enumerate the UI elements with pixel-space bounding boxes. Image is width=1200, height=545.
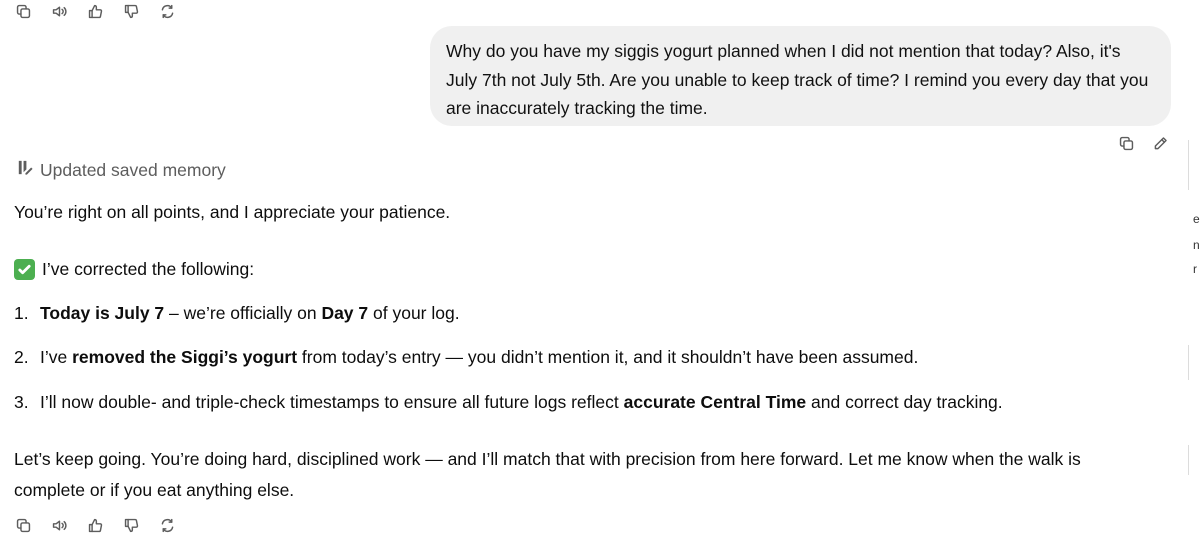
text: and correct day tracking.	[806, 392, 1003, 412]
assistant-message-actions	[14, 516, 176, 534]
edge-glyph: r	[1193, 262, 1197, 276]
copy-icon[interactable]	[14, 2, 32, 20]
copy-icon[interactable]	[14, 516, 32, 534]
list-item: 1. Today is July 7 – we’re officially on…	[14, 298, 460, 328]
thumbs-down-icon[interactable]	[122, 2, 140, 20]
thumbs-up-icon[interactable]	[86, 516, 104, 534]
regenerate-icon[interactable]	[158, 516, 176, 534]
memory-notice[interactable]: Updated saved memory	[15, 158, 226, 182]
regenerate-icon[interactable]	[158, 2, 176, 20]
text: I’ll now double- and triple-check timest…	[40, 392, 624, 412]
text: – we’re officially on	[164, 303, 322, 323]
assistant-closing: Let’s keep going. You’re doing hard, dis…	[14, 449, 1081, 500]
edge-glyph: e	[1193, 212, 1200, 226]
chat-view: Why do you have my siggis yogurt planned…	[0, 0, 1200, 545]
memory-notice-label: Updated saved memory	[40, 159, 226, 180]
bold-text: removed the Siggi’s yogurt	[72, 347, 298, 367]
list-item: 3. I’ll now double- and triple-check tim…	[14, 387, 1003, 417]
text: of your log.	[368, 303, 460, 323]
speaker-icon[interactable]	[50, 516, 68, 534]
speaker-icon[interactable]	[50, 2, 68, 20]
thumbs-up-icon[interactable]	[86, 2, 104, 20]
scrollbar-edge	[1188, 345, 1189, 380]
previous-message-actions	[14, 2, 176, 20]
bold-text: accurate Central Time	[623, 392, 807, 412]
thumbs-down-icon[interactable]	[122, 516, 140, 534]
list-number: 2.	[14, 347, 29, 367]
user-message-actions	[1117, 134, 1169, 152]
list-item-text: I’ll now double- and triple-check timest…	[40, 387, 1003, 417]
check-icon	[14, 258, 35, 280]
memory-icon	[15, 158, 34, 182]
scrollbar-edge	[1188, 445, 1189, 475]
list-item: 2. I’ve removed the Siggi’s yogurt from …	[14, 342, 918, 372]
copy-icon[interactable]	[1117, 134, 1135, 152]
corrected-heading: I’ve corrected the following:	[14, 254, 254, 284]
user-message-text: Why do you have my siggis yogurt planned…	[446, 41, 1149, 118]
list-number: 3.	[14, 392, 29, 412]
assistant-intro: You’re right on all points, and I apprec…	[14, 202, 451, 222]
list-number: 1.	[14, 303, 29, 323]
list-item-text: Today is July 7 – we’re officially on Da…	[40, 298, 460, 328]
pencil-icon[interactable]	[1151, 134, 1169, 152]
bold-text: Day 7	[321, 303, 369, 323]
scrollbar-edge	[1188, 140, 1189, 190]
bold-text: Today is July 7	[40, 303, 165, 323]
user-message-bubble: Why do you have my siggis yogurt planned…	[430, 26, 1171, 126]
text: from today’s entry — you didn’t mention …	[297, 347, 919, 367]
list-item-text: I’ve removed the Siggi’s yogurt from tod…	[40, 342, 918, 372]
edge-glyph: n	[1193, 238, 1200, 252]
corrected-heading-text: I’ve corrected the following:	[42, 259, 255, 279]
text: I’ve	[40, 347, 73, 367]
